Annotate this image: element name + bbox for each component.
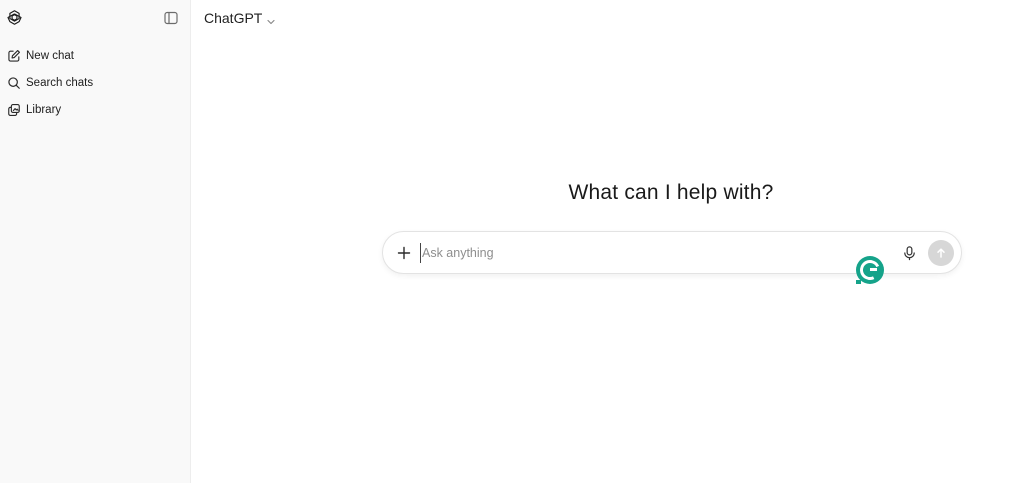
grammarly-g-bar bbox=[870, 268, 877, 271]
model-name: ChatGPT bbox=[204, 10, 263, 26]
sidebar-header bbox=[0, 0, 191, 36]
sidebar-item-label: Search chats bbox=[26, 77, 94, 89]
send-button[interactable] bbox=[928, 240, 954, 266]
library-icon bbox=[7, 103, 21, 117]
sidebar-item-new-chat[interactable]: New chat bbox=[0, 44, 191, 68]
search-icon bbox=[7, 76, 21, 90]
sidebar-item-label: Library bbox=[26, 104, 62, 116]
sidebar-item-library[interactable]: Library bbox=[0, 98, 191, 122]
microphone-icon bbox=[904, 246, 915, 261]
grammarly-button[interactable] bbox=[856, 256, 884, 284]
sidebar-item-search-chats[interactable]: Search chats bbox=[0, 71, 191, 95]
model-selector[interactable]: ChatGPT bbox=[204, 9, 276, 27]
edit-icon bbox=[7, 49, 21, 63]
grammarly-corner bbox=[856, 280, 861, 284]
arrow-up-icon bbox=[937, 248, 945, 258]
add-attachment-button[interactable] bbox=[396, 245, 412, 261]
chat-input[interactable] bbox=[420, 243, 840, 263]
sidebar-toggle-icon[interactable] bbox=[163, 10, 179, 26]
sidebar: New chat Search chats Library bbox=[0, 0, 191, 483]
chevron-down-icon bbox=[266, 14, 276, 24]
sidebar-item-label: New chat bbox=[26, 50, 74, 62]
page-title: What can I help with? bbox=[568, 181, 774, 204]
microphone-button[interactable] bbox=[902, 245, 917, 261]
plus-icon bbox=[397, 246, 411, 260]
openai-logo-icon[interactable] bbox=[6, 9, 23, 26]
